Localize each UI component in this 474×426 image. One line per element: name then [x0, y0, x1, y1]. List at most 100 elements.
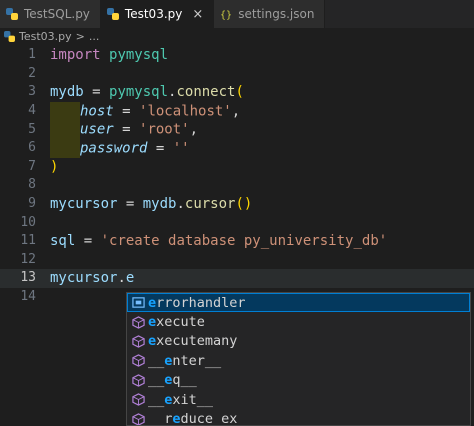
token: . — [117, 270, 126, 287]
token: = — [83, 84, 110, 101]
suggestion-item[interactable]: executemany — [127, 332, 470, 351]
line-number: 6 — [28, 140, 36, 156]
suggestion-item[interactable]: errorhandler — [127, 293, 470, 313]
breadcrumb[interactable]: Test03.py > ... — [0, 28, 474, 44]
line-number: 8 — [28, 177, 36, 193]
code-line[interactable]: 9 mycursor = mydb.cursor() — [0, 195, 474, 214]
code-line[interactable]: 5 user = 'root', — [0, 120, 474, 139]
line-number: 7 — [28, 158, 36, 174]
suggestion-label: __enter__ — [148, 352, 222, 369]
method-icon — [131, 354, 145, 368]
code-line[interactable]: 13 mycursor.e — [0, 269, 474, 288]
line-number: 10 — [20, 214, 36, 230]
suggestion-widget[interactable]: errorhandler execute executemany __enter__ _… — [126, 292, 471, 426]
token: 'root' — [139, 121, 190, 138]
breadcrumb-separator: > — [75, 29, 85, 43]
suggestion-label: errorhandler — [148, 294, 246, 311]
line-number: 11 — [20, 233, 36, 249]
code-text: import pymysql — [50, 46, 168, 64]
tab-settings-json[interactable]: {} settings.json — [214, 0, 326, 28]
line-number: 4 — [28, 103, 36, 119]
suggestion-label: __reduce_ex__ — [148, 411, 254, 426]
token: sql — [50, 233, 76, 250]
method-icon — [131, 315, 145, 329]
code-line[interactable]: 7) — [0, 158, 474, 177]
close-icon[interactable]: × — [192, 7, 203, 22]
token: e — [125, 270, 135, 287]
code-line[interactable]: 3 mydb = pymysql.connect( — [0, 83, 474, 102]
method-icon — [131, 373, 145, 387]
token: mydb — [50, 84, 84, 101]
suggestion-item[interactable]: execute — [127, 312, 470, 331]
token: = — [117, 196, 143, 213]
token: pymysql — [109, 84, 169, 101]
code-text: host = 'localhost', — [50, 101, 241, 121]
svg-text:{}: {} — [220, 10, 232, 20]
token: mycursor — [50, 196, 118, 213]
method-icon — [131, 334, 145, 348]
token: password — [80, 140, 148, 157]
token: 'create database py_university_db' — [100, 233, 388, 250]
field-icon — [131, 296, 145, 310]
token: host — [80, 103, 114, 120]
token: connect — [176, 84, 236, 101]
token: 'localhost' — [139, 103, 232, 120]
token: mycursor — [50, 270, 118, 287]
code-text: mydb = pymysql.connect( — [50, 83, 244, 101]
python-icon — [4, 30, 15, 42]
code-line[interactable]: 6 password = '' — [0, 139, 474, 158]
suggestion-label: __eq__ — [148, 372, 197, 389]
token: , — [231, 103, 241, 120]
indent-guide — [50, 101, 80, 121]
token: '' — [172, 140, 190, 157]
token: = — [75, 233, 101, 250]
suggestion-label: execute — [148, 314, 205, 331]
code-line[interactable]: 12 — [0, 251, 474, 270]
tab-testsql-py[interactable]: TestSQL.py — [0, 0, 101, 28]
suggestion-item[interactable]: __exit__ — [127, 390, 470, 409]
code-text: user = 'root', — [50, 120, 198, 139]
code-line[interactable]: 2 — [0, 65, 474, 84]
indent-guide — [50, 139, 80, 158]
tab-test03-py[interactable]: Test03.py × — [100, 0, 215, 28]
token: user — [80, 121, 114, 138]
line-number: 3 — [28, 84, 36, 100]
suggestion-item[interactable]: __reduce_ex__ — [127, 409, 470, 426]
tab-label: Test03.py — [124, 7, 183, 21]
code-text: ) — [50, 158, 58, 176]
method-icon — [131, 393, 145, 407]
breadcrumb-file[interactable]: Test03.py — [19, 30, 72, 43]
code-line[interactable]: 4 host = 'localhost', — [0, 101, 474, 121]
line-number: 1 — [28, 47, 36, 63]
python-icon — [106, 8, 119, 20]
token: () — [235, 196, 253, 213]
code-line[interactable]: 11 sql = 'create database py_university_d… — [0, 232, 474, 251]
token: mydb — [142, 196, 177, 213]
token: ) — [50, 158, 59, 175]
suggestion-item[interactable]: __eq__ — [127, 371, 470, 390]
line-number: 9 — [28, 196, 36, 212]
line-number: 5 — [28, 121, 36, 137]
suggestion-label: __exit__ — [148, 391, 214, 408]
line-number: 2 — [28, 65, 36, 81]
python-icon — [6, 8, 18, 20]
tab-label: settings.json — [238, 7, 315, 21]
code-text: mycursor = mydb.cursor() — [50, 195, 252, 213]
code-line[interactable]: 10 — [0, 213, 474, 232]
code-text: password = '' — [50, 139, 190, 158]
breadcrumb-more[interactable]: ... — [89, 30, 100, 43]
json-icon: {} — [220, 8, 232, 20]
token: = — [113, 103, 140, 120]
code-text: sql = 'create database py_university_db' — [50, 232, 387, 250]
token: = — [147, 140, 173, 157]
token: import — [50, 47, 101, 64]
line-number: 13 — [20, 270, 36, 286]
code-line[interactable]: 1 import pymysql — [0, 46, 474, 65]
token: , — [189, 121, 199, 138]
code-line[interactable]: 8 — [0, 176, 474, 195]
suggestion-item[interactable]: __enter__ — [127, 351, 470, 370]
token: ( — [235, 84, 244, 101]
code-text: mycursor.e — [50, 269, 134, 287]
suggestion-label: executemany — [148, 333, 238, 350]
